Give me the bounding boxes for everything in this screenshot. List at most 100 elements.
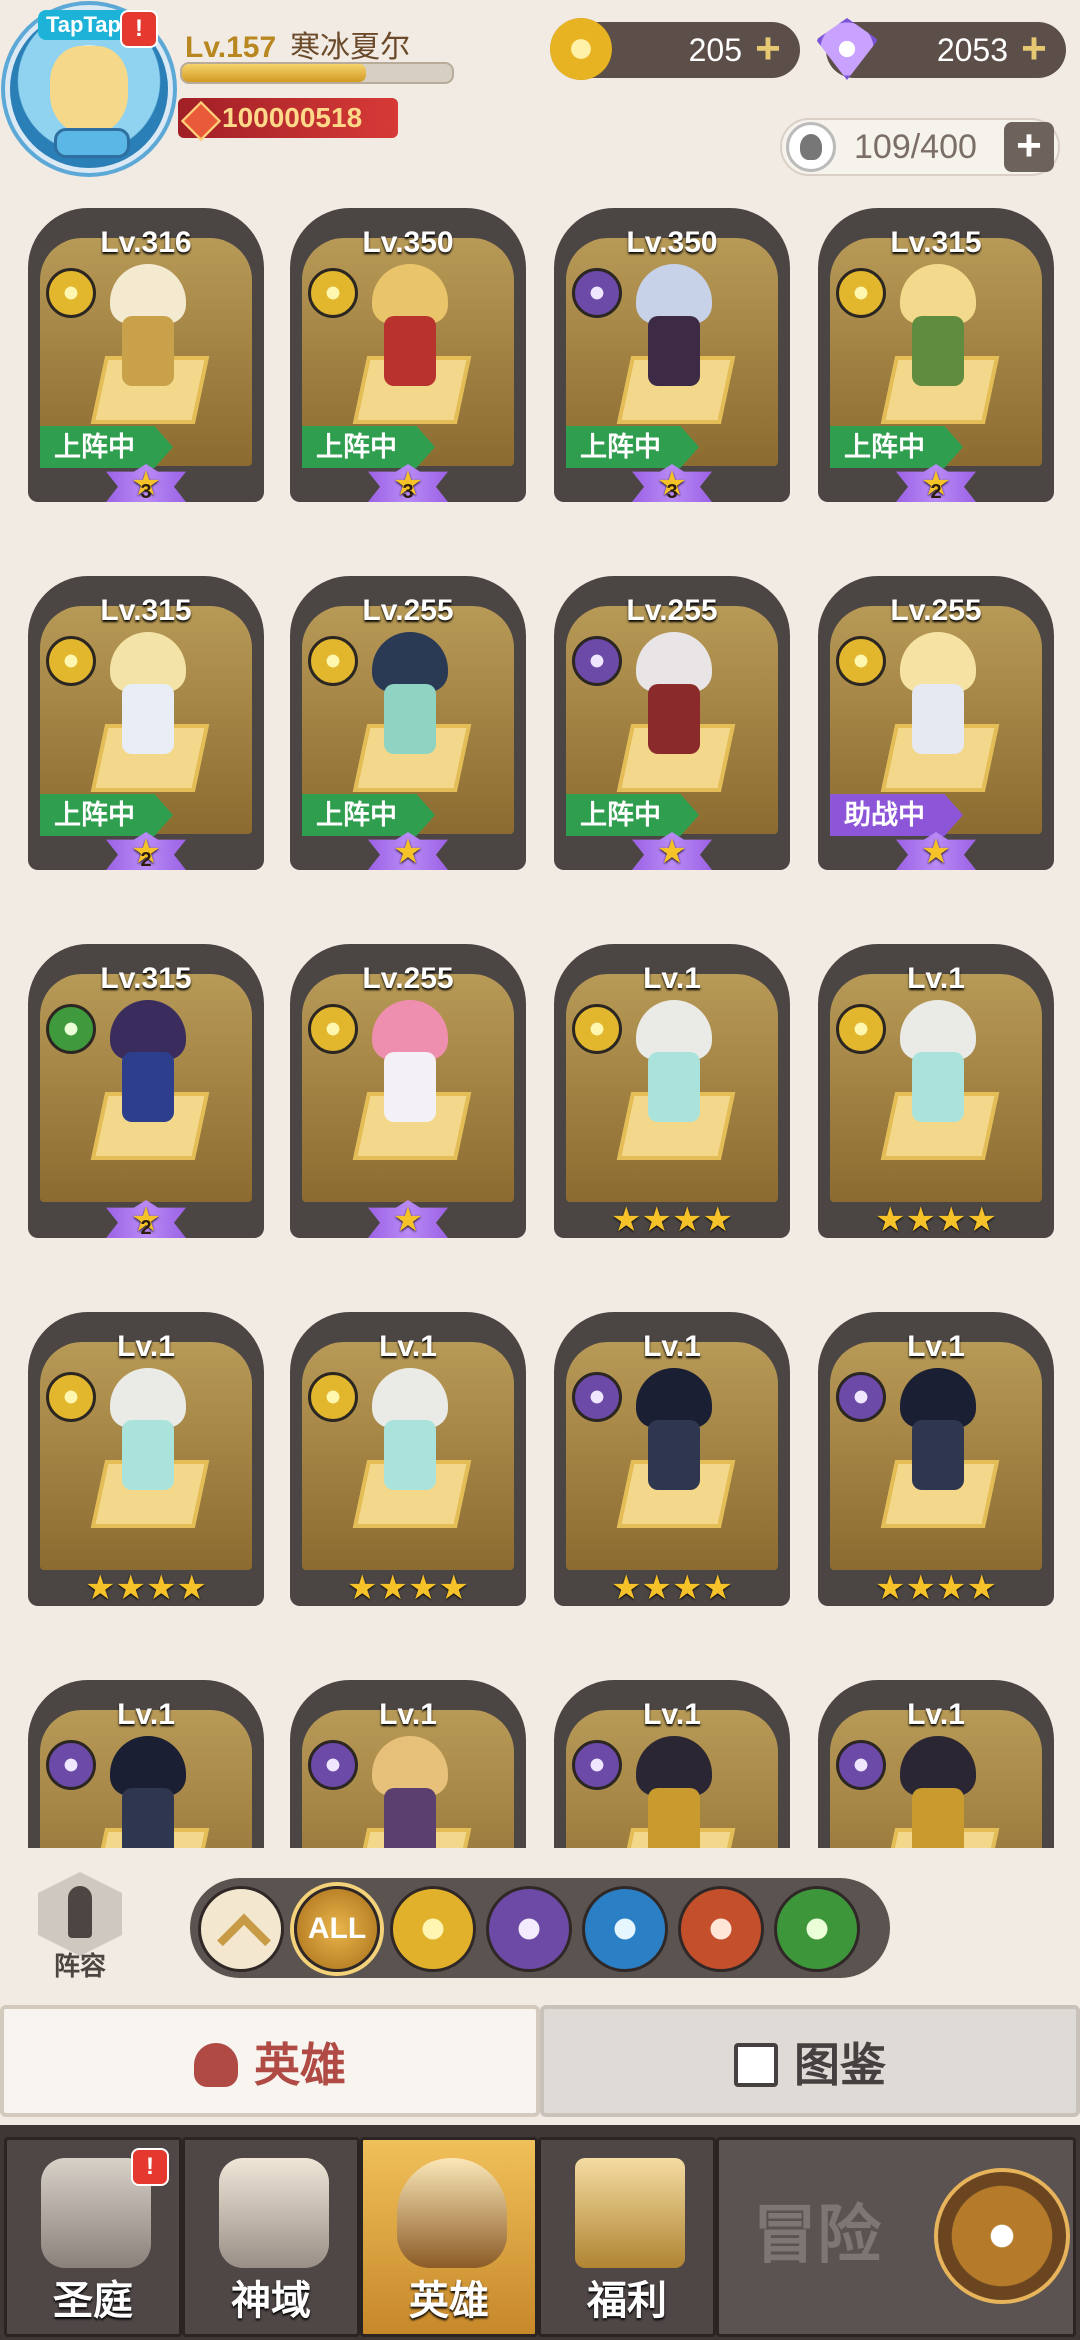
faction-dark-icon	[572, 1740, 622, 1790]
gold-star-icon: ★ 2	[48, 832, 244, 872]
hero-level: Lv.350	[362, 226, 454, 259]
hero-sprite-body	[912, 316, 964, 386]
faction-dark-icon	[308, 1740, 358, 1790]
hero-card[interactable]: Lv.1 ★★★★	[554, 1312, 790, 1622]
filter-dark-icon[interactable]	[486, 1886, 572, 1972]
hero-card[interactable]: Lv.316 上阵中 ★ 3	[28, 208, 264, 518]
hero-card[interactable]: Lv.1 ★★★★	[554, 944, 790, 1254]
hero-sprite-head	[900, 1368, 976, 1428]
faction-holy-icon	[836, 268, 886, 318]
hero-card[interactable]: Lv.1 ★★★★	[818, 1312, 1054, 1622]
hero-star-bar: ★	[310, 832, 506, 871]
combat-power-value: 100000518	[222, 102, 363, 133]
hero-sprite	[614, 260, 734, 400]
hero-card[interactable]: Lv.350 上阵中 ★ 3	[290, 208, 526, 518]
hero-sprite-head	[372, 1368, 448, 1428]
hero-card[interactable]: Lv.1	[290, 1680, 526, 1848]
hero-sprite	[88, 996, 208, 1136]
hero-sprite-head	[110, 1000, 186, 1060]
hero-star-bar: ★ 2	[838, 464, 1034, 503]
tab-codex[interactable]: 图鉴	[540, 2005, 1080, 2117]
hero-level: Lv.1	[907, 962, 965, 995]
bottom-nav: ! 圣庭 神域 英雄 福利 冒险	[0, 2125, 1080, 2340]
filter-all-button[interactable]: ALL	[294, 1886, 380, 1972]
hero-level: Lv.316	[100, 226, 192, 259]
gold-counter: 205 +	[550, 18, 800, 80]
hero-star-count: 2	[930, 481, 942, 503]
add-diamond-button[interactable]: +	[1014, 27, 1054, 72]
hero-sprite-body	[912, 1052, 964, 1122]
gamepad-icon	[54, 128, 130, 158]
hero-star-bar: ★ 3	[574, 464, 770, 503]
nav-item-divine-realm[interactable]: 神域	[182, 2137, 360, 2337]
hero-card[interactable]: Lv.315 上阵中 ★ 2	[28, 576, 264, 886]
tab-heroes[interactable]: 英雄	[0, 2005, 540, 2117]
hero-card[interactable]: Lv.1	[818, 1680, 1054, 1848]
hero-level: Lv.315	[100, 962, 192, 995]
hero-sprite	[878, 1732, 998, 1848]
filter-holy-icon[interactable]	[390, 1886, 476, 1972]
hero-sprite	[614, 1364, 734, 1504]
hero-sprite	[88, 260, 208, 400]
hero-star-bar: ★	[310, 1200, 506, 1239]
xp-progress-bar	[180, 62, 454, 84]
hero-card[interactable]: Lv.1 ★★★★	[290, 1312, 526, 1622]
tab-codex-label: 图鉴	[794, 2039, 886, 2091]
hero-card[interactable]: Lv.255 助战中 ★	[818, 576, 1054, 886]
lineup-button[interactable]: 阵容	[30, 1872, 130, 1982]
hero-status-badge: 助战中	[830, 794, 963, 836]
hero-sprite	[350, 996, 470, 1136]
faction-filter: ALL	[190, 1878, 890, 1978]
taptap-badge: TapTap	[38, 10, 129, 40]
hero-star-bar: ★★★★	[838, 1200, 1034, 1239]
combat-power: 100000518	[178, 98, 398, 142]
power-gem-icon	[180, 100, 222, 142]
avatar-face	[50, 46, 128, 134]
sort-toggle-icon[interactable]	[198, 1886, 284, 1972]
hero-status-badge: 上阵中	[566, 426, 699, 468]
hero-star-bar: ★ 2	[48, 832, 244, 872]
hero-card[interactable]: Lv.255 ★	[290, 944, 526, 1254]
filter-beast-icon[interactable]	[678, 1886, 764, 1972]
hero-card[interactable]: Lv.255 上阵中 ★	[554, 576, 790, 886]
hero-sprite-body	[122, 1420, 174, 1490]
faction-holy-icon	[46, 268, 96, 318]
compass-icon	[934, 2168, 1070, 2304]
filter-order-icon[interactable]	[582, 1886, 668, 1972]
hero-sprite-body	[122, 684, 174, 754]
nav-item-heroes[interactable]: 英雄	[360, 2137, 538, 2337]
hero-card[interactable]: Lv.1	[28, 1680, 264, 1848]
expand-capacity-button[interactable]: +	[1004, 122, 1054, 172]
filter-nature-icon[interactable]	[774, 1886, 860, 1972]
adventure-button[interactable]: 冒险	[716, 2137, 1076, 2337]
nav-item-sanctum[interactable]: ! 圣庭	[4, 2137, 182, 2337]
faction-holy-icon	[46, 636, 96, 686]
adventure-label: 冒险	[753, 2199, 881, 2271]
hero-sprite-head	[110, 632, 186, 692]
hero-card[interactable]: Lv.255 上阵中 ★	[290, 576, 526, 886]
hero-star-count: ★	[656, 833, 688, 871]
hero-level: Lv.255	[362, 594, 454, 627]
hero-card[interactable]: Lv.315 上阵中 ★ 2	[818, 208, 1054, 518]
hero-card[interactable]: Lv.315 ★ 2	[28, 944, 264, 1254]
hero-card[interactable]: Lv.1 ★★★★	[28, 1312, 264, 1622]
hero-card[interactable]: Lv.1 ★★★★	[818, 944, 1054, 1254]
hero-card[interactable]: Lv.350 上阵中 ★ 3	[554, 208, 790, 518]
hero-status-badge: 上阵中	[566, 794, 699, 836]
hero-sprite-body	[384, 316, 436, 386]
hero-star-bar: ★★★★	[310, 1568, 506, 1607]
player-header: TapTap ! Lv.157 寒冰夏尔 100000518 205 + 2053…	[0, 0, 1080, 190]
hero-sprite-head	[110, 1736, 186, 1796]
diamond-value: 2053	[936, 32, 1008, 68]
add-gold-button[interactable]: +	[748, 27, 788, 72]
hero-helmet-icon	[194, 2043, 238, 2087]
hero-card[interactable]: Lv.1	[554, 1680, 790, 1848]
hero-level: Lv.1	[379, 1330, 437, 1363]
faction-dark-icon	[572, 636, 622, 686]
faction-holy-icon	[572, 1004, 622, 1054]
hero-sprite	[350, 628, 470, 768]
faction-dark-icon	[572, 1372, 622, 1422]
nav-item-welfare[interactable]: 福利	[538, 2137, 716, 2337]
hero-level: Lv.350	[626, 226, 718, 259]
hero-sprite-body	[912, 1788, 964, 1848]
